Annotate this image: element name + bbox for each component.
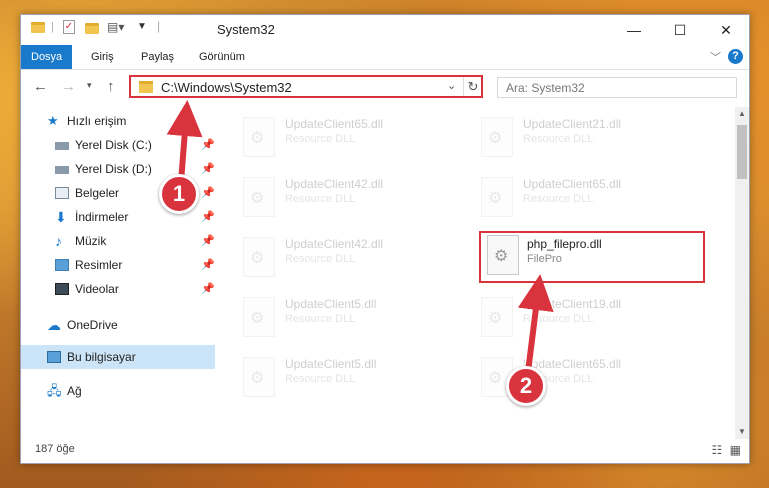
pin-icon[interactable]: 📌 [201, 253, 215, 277]
step-2-badge: 2 [506, 366, 546, 406]
drive-icon [55, 142, 69, 150]
folder-icon [139, 81, 153, 93]
forward-icon[interactable]: → [61, 78, 76, 95]
dll-file-icon [243, 117, 275, 157]
details-view-icon[interactable]: ☷ [712, 443, 723, 457]
new-folder-icon[interactable] [85, 23, 99, 34]
computer-icon [47, 351, 61, 363]
sidebar-item-network[interactable]: 🖧 Ağ [47, 379, 215, 403]
dll-file-icon [243, 357, 275, 397]
list-item[interactable]: UpdateClient42.dll Resource DLL [235, 233, 461, 285]
pin-icon[interactable]: 📌 [201, 181, 215, 205]
tiles-view-icon[interactable]: ▦ [730, 443, 741, 457]
expand-ribbon-icon[interactable]: ﹀ [710, 49, 721, 65]
documents-icon [55, 187, 69, 199]
title-bar: | ✓ ▤▾ ▼ | System32 — ☐ ✕ [21, 15, 749, 45]
dll-file-icon [243, 177, 275, 217]
cloud-icon: ☁ [47, 317, 61, 333]
window-title: System32 [217, 22, 275, 37]
pin-icon[interactable]: 📌 [201, 277, 215, 301]
list-item[interactable]: UpdateClient5.dll Resource DLL [235, 353, 461, 405]
tab-home[interactable]: Giriş [81, 45, 124, 69]
video-icon [55, 283, 69, 295]
sidebar-item-onedrive[interactable]: ☁ OneDrive [47, 313, 215, 337]
music-icon: ♪ [55, 233, 62, 249]
list-item[interactable]: UpdateClient19.dll Resource DLL [473, 293, 699, 345]
dll-file-icon [487, 235, 519, 275]
dll-file-icon [243, 237, 275, 277]
search-input[interactable]: Ara: System32 [497, 77, 737, 98]
network-icon: 🖧 [47, 383, 62, 398]
back-icon[interactable]: ← [33, 78, 48, 95]
divider: | [157, 19, 161, 33]
help-button[interactable]: ? [728, 49, 743, 64]
scroll-down-icon[interactable]: ▼ [735, 425, 749, 439]
pin-icon[interactable]: 📌 [201, 157, 215, 181]
status-bar: 187 öğe ☷ ▦ [21, 439, 749, 463]
maximize-button[interactable]: ☐ [657, 15, 703, 45]
navigation-pane: ★ Hızlı erişim Yerel Disk (C:) 📌 Yerel D… [21, 107, 215, 439]
sidebar-item-music[interactable]: ♪ Müzik 📌 [55, 229, 215, 253]
dll-file-icon [243, 297, 275, 337]
download-icon: ⬇ [55, 209, 67, 225]
recent-locations-icon[interactable]: ▾ [87, 80, 92, 91]
list-item[interactable]: UpdateClient5.dll Resource DLL [235, 293, 461, 345]
star-icon: ★ [47, 113, 59, 128]
scroll-up-icon[interactable]: ▲ [735, 107, 749, 121]
navigation-bar: ← → ▾ ↑ C:\Windows\System32 ⌄ ↻ Ara: Sys… [21, 70, 749, 104]
list-item[interactable]: UpdateClient65.dll Resource DLL [235, 113, 461, 165]
dll-file-icon [481, 297, 513, 337]
minimize-button[interactable]: — [611, 15, 657, 45]
item-count: 187 öğe [35, 443, 75, 455]
sidebar-item-local-disk-c[interactable]: Yerel Disk (C:) 📌 [55, 133, 215, 157]
step-1-badge: 1 [159, 174, 199, 214]
pin-icon[interactable]: 📌 [201, 133, 215, 157]
drive-icon [55, 166, 69, 174]
file-explorer-window: | ✓ ▤▾ ▼ | System32 — ☐ ✕ Dosya Giriş Pa… [20, 14, 750, 464]
ribbon-tabs: Dosya Giriş Paylaş Görünüm ﹀ ? [21, 45, 749, 70]
list-item[interactable]: UpdateClient65.dll Resource DLL [473, 173, 699, 225]
vertical-scrollbar[interactable]: ▲ ▼ [735, 107, 749, 439]
chevron-down-icon[interactable]: ⌄ [447, 79, 456, 92]
divider: | [51, 21, 54, 33]
file-list: UpdateClient65.dll Resource DLL UpdateCl… [215, 107, 735, 439]
properties-icon[interactable]: ✓ [63, 20, 75, 34]
address-bar[interactable]: C:\Windows\System32 ⌄ ↻ [129, 75, 483, 98]
list-item[interactable]: UpdateClient42.dll Resource DLL [235, 173, 461, 225]
tab-file[interactable]: Dosya [21, 45, 73, 69]
tab-view[interactable]: Görünüm [189, 45, 255, 69]
search-placeholder: Ara: System32 [506, 81, 585, 95]
dll-file-icon [481, 177, 513, 217]
view-options-icon[interactable]: ▤▾ [107, 20, 124, 34]
target-file-item[interactable]: php_filepro.dll FilePro [479, 231, 705, 283]
view-toggle: ☷ ▦ [712, 443, 741, 457]
pin-icon[interactable]: 📌 [201, 229, 215, 253]
customize-quick-access-icon[interactable]: ▼ [137, 21, 147, 32]
refresh-icon[interactable]: ↻ [463, 77, 482, 96]
sidebar-item-videos[interactable]: Videolar 📌 [55, 277, 215, 301]
address-path[interactable]: C:\Windows\System32 [161, 80, 292, 95]
tab-share[interactable]: Paylaş [131, 45, 184, 69]
folder-icon [31, 22, 45, 33]
up-icon[interactable]: ↑ [107, 78, 115, 95]
sidebar-item-pictures[interactable]: Resimler 📌 [55, 253, 215, 277]
scroll-thumb[interactable] [737, 125, 747, 179]
sidebar-item-this-pc[interactable]: Bu bilgisayar [21, 345, 215, 369]
close-button[interactable]: ✕ [703, 15, 749, 45]
list-item[interactable]: UpdateClient21.dll Resource DLL [473, 113, 699, 165]
pin-icon[interactable]: 📌 [201, 205, 215, 229]
pictures-icon [55, 259, 69, 271]
dll-file-icon [481, 117, 513, 157]
sidebar-item-quick-access[interactable]: ★ Hızlı erişim [47, 109, 215, 133]
